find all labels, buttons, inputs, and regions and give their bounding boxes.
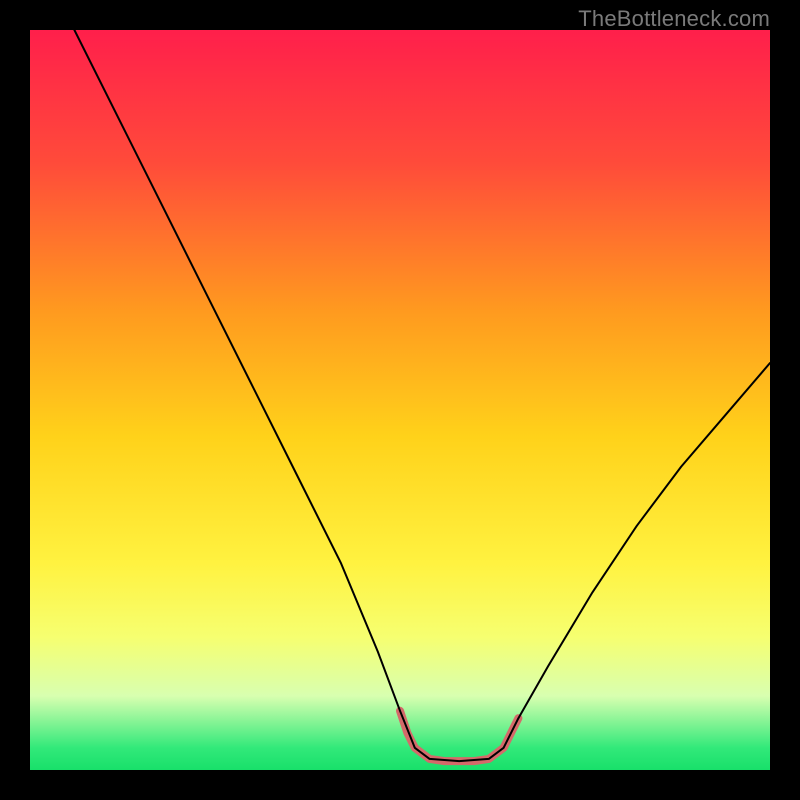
watermark-text: TheBottleneck.com [578,6,770,32]
chart-frame: TheBottleneck.com [0,0,800,800]
plot-area [30,30,770,770]
chart-svg [30,30,770,770]
gradient-background [30,30,770,770]
